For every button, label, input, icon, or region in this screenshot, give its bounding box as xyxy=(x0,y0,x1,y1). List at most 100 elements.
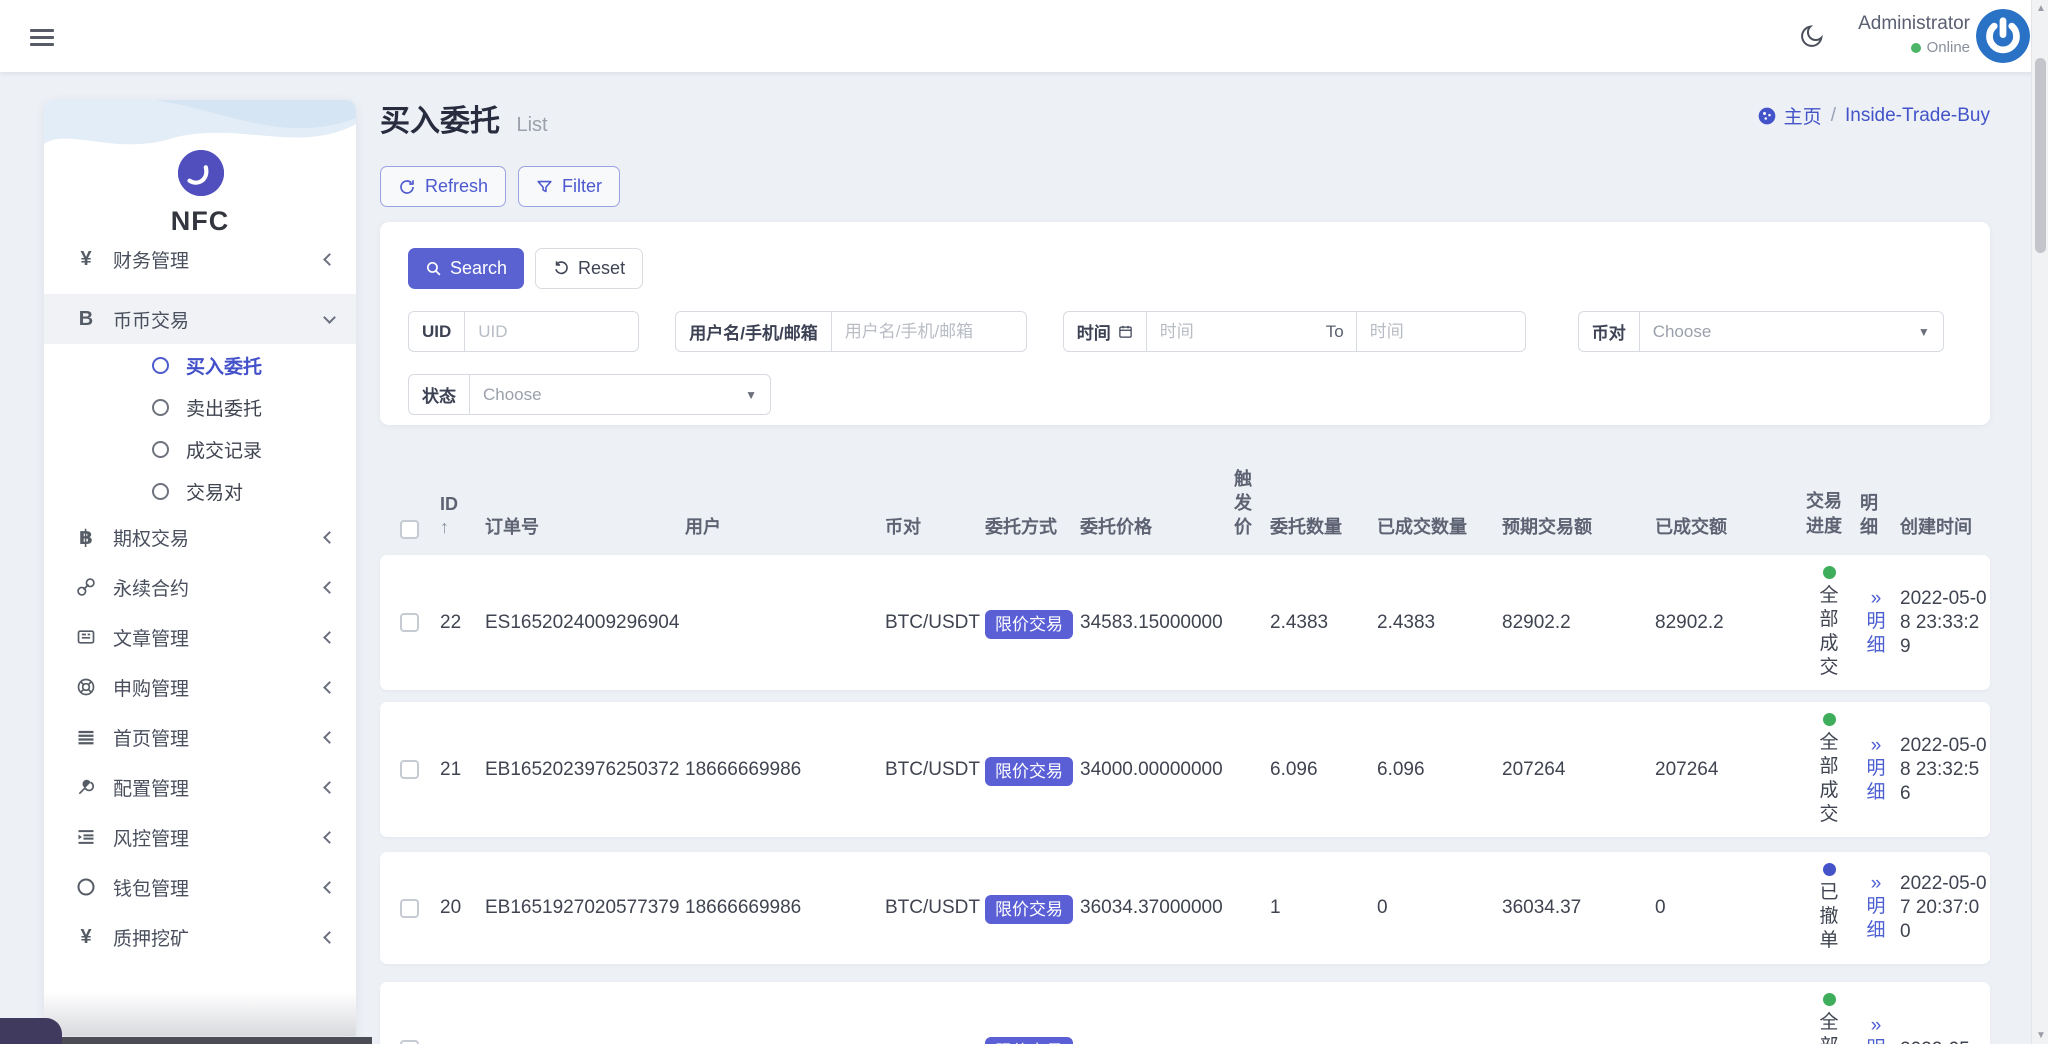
link-icon xyxy=(74,575,98,599)
sidebar-item-perpetual-contract[interactable]: 永续合约 xyxy=(44,562,356,612)
order-type-badge: 限价交易 xyxy=(985,895,1073,924)
cell-order-no: EB1652023976250372 xyxy=(485,759,685,781)
to-label: To xyxy=(1314,311,1356,352)
radio-icon xyxy=(152,441,169,458)
uid-filter-group: UID xyxy=(408,311,639,352)
double-chevron-icon: » xyxy=(1871,588,1882,610)
chevron-left-icon xyxy=(323,531,336,544)
sidebar-item-config[interactable]: 配置管理 xyxy=(44,762,356,812)
menu-toggle-icon[interactable] xyxy=(30,25,54,47)
refresh-icon xyxy=(398,178,416,196)
radio-icon xyxy=(152,399,169,416)
header-order-no: 订单号 xyxy=(485,513,685,539)
cell-id: 22 xyxy=(440,612,485,634)
header-method: 委托方式 xyxy=(985,513,1080,539)
status-badge: 全部成交 xyxy=(1806,566,1852,680)
row-checkbox[interactable] xyxy=(400,760,419,779)
status-select[interactable]: Choose ▼ xyxy=(469,374,771,415)
order-type-badge: 限价交易 xyxy=(985,757,1073,786)
status-dot-icon xyxy=(1823,863,1836,876)
cell-filled-qty: 2.4383 xyxy=(1377,612,1502,634)
header-created: 创建时间 xyxy=(1900,513,1990,539)
search-button[interactable]: Search xyxy=(408,248,524,289)
radio-icon xyxy=(152,483,169,500)
undo-icon xyxy=(553,260,570,277)
row-checkbox[interactable] xyxy=(400,899,419,918)
sidebar-item-wallet[interactable]: 钱包管理 xyxy=(44,862,356,912)
scroll-down-icon[interactable]: ▼ xyxy=(2036,1031,2045,1040)
cell-created: 2022-05-07 20:37:00 xyxy=(1900,872,1988,944)
chevron-left-icon xyxy=(323,631,336,644)
select-all-checkbox[interactable] xyxy=(400,520,419,539)
cell-pair: BTC/USDT xyxy=(885,897,985,919)
yen-icon: ¥ xyxy=(74,925,98,949)
breadcrumb-current[interactable]: Inside-Trade-Buy xyxy=(1845,105,1990,127)
cell-created: 2022-05- xyxy=(1900,1038,1988,1044)
scrollbar-thumb[interactable] xyxy=(2035,58,2046,253)
uid-input[interactable] xyxy=(464,311,639,352)
row-checkbox[interactable] xyxy=(400,1040,419,1044)
sidebar-item-sell-orders[interactable]: 卖出委托 xyxy=(44,386,356,428)
refresh-button[interactable]: Refresh xyxy=(380,166,506,207)
page-subtitle: List xyxy=(516,114,547,136)
time-from-input[interactable] xyxy=(1146,311,1314,352)
user-input[interactable] xyxy=(831,311,1027,352)
detail-link[interactable]: » 明细 xyxy=(1858,735,1894,805)
sidebar-item-homepage[interactable]: 首页管理 xyxy=(44,712,356,762)
home-pie-icon xyxy=(1757,106,1777,126)
avatar[interactable] xyxy=(1976,9,2030,63)
sidebar-item-buy-orders[interactable]: 买入委托 xyxy=(44,344,356,386)
breadcrumb-home-link[interactable]: 主页 xyxy=(1757,102,1822,129)
user-block[interactable]: Administrator Online xyxy=(1845,13,1970,56)
time-label: 时间 xyxy=(1063,311,1146,352)
wrench-icon xyxy=(74,775,98,799)
funnel-icon xyxy=(536,178,553,195)
logo xyxy=(178,150,224,196)
sidebar-item-finance[interactable]: ¥ 财务管理 xyxy=(44,250,356,284)
sidebar-item-articles[interactable]: 文章管理 xyxy=(44,612,356,662)
scroll-up-icon[interactable]: ▲ xyxy=(2036,4,2045,13)
cell-amount: 6.096 xyxy=(1270,759,1377,781)
chevron-left-icon xyxy=(323,681,336,694)
dark-mode-icon[interactable] xyxy=(1798,22,1826,50)
cell-filled-amt: 82902.2 xyxy=(1655,612,1806,634)
sort-asc-icon[interactable]: ↑ xyxy=(440,516,479,539)
sidebar-item-spot-trade[interactable]: B 币币交易 xyxy=(44,294,356,344)
cell-user: 18666669986 xyxy=(685,759,885,781)
detail-link[interactable]: » 明细 xyxy=(1858,873,1894,943)
time-to-input[interactable] xyxy=(1356,311,1526,352)
filter-button[interactable]: Filter xyxy=(518,166,620,207)
main-content: 买入委托 List 主页 / Inside-Trade-Buy Refresh … xyxy=(380,72,1990,1044)
sidebar-item-subscription[interactable]: 申购管理 xyxy=(44,662,356,712)
row-checkbox[interactable] xyxy=(400,613,419,632)
header-amount: 委托数量 xyxy=(1270,513,1377,539)
detail-link[interactable]: » 明细 xyxy=(1858,588,1894,658)
chevron-left-icon xyxy=(323,781,336,794)
header-id[interactable]: ID ↑ xyxy=(440,493,485,539)
chevron-down-icon xyxy=(323,311,336,324)
user-name: Administrator xyxy=(1845,13,1970,35)
status-dot-icon xyxy=(1823,713,1836,726)
filter-panel: Search Reset UID 用户名/手机/邮箱 时间 xyxy=(380,222,1990,425)
search-icon xyxy=(425,260,442,277)
page-scrollbar[interactable]: ▲ ▼ xyxy=(2031,0,2048,1044)
pair-filter-group: 币对 Choose ▼ xyxy=(1578,311,1944,352)
sidebar-item-staking[interactable]: ¥ 质押挖矿 xyxy=(44,912,356,962)
reset-button[interactable]: Reset xyxy=(535,248,643,289)
sidebar-item-options-trade[interactable]: ฿ 期权交易 xyxy=(44,512,356,562)
lifebuoy-icon xyxy=(74,675,98,699)
sidebar-item-trading-pairs[interactable]: 交易对 xyxy=(44,470,356,512)
cell-expected: 36034.37 xyxy=(1502,897,1655,919)
cell-order-no: ES1652024009296904 xyxy=(485,612,685,634)
cell-amount: 2.4383 xyxy=(1270,612,1377,634)
cell-id: 21 xyxy=(440,759,485,781)
table-row: 限价交易 全部成交 » 明细 2022-05- xyxy=(380,982,1990,1044)
sidebar-item-risk-control[interactable]: 风控管理 xyxy=(44,812,356,862)
sidebar-item-trade-records[interactable]: 成交记录 xyxy=(44,428,356,470)
header-progress: 交易进度 xyxy=(1806,489,1858,539)
header-detail: 明细 xyxy=(1858,491,1900,539)
detail-link[interactable]: » 明细 xyxy=(1858,1015,1894,1044)
pair-select[interactable]: Choose ▼ xyxy=(1639,311,1944,352)
order-type-badge: 限价交易 xyxy=(985,1037,1073,1044)
cell-user: 18666669986 xyxy=(685,897,885,919)
